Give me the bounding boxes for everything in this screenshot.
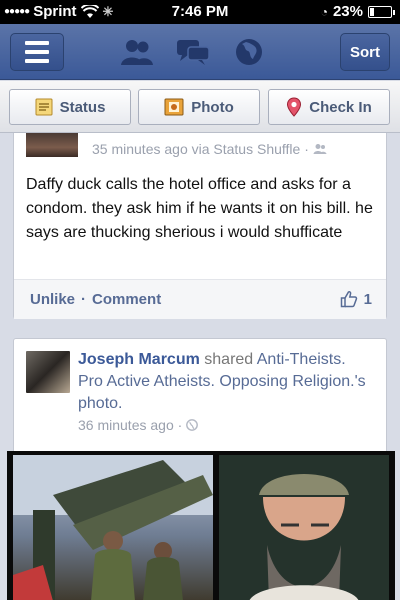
messages-icon[interactable] xyxy=(176,36,210,68)
menu-icon-bar xyxy=(25,50,49,54)
photo-icon xyxy=(164,98,184,116)
menu-icon-bar xyxy=(25,59,49,63)
feed-post: 35 minutes ago via Status Shuffle · Daff… xyxy=(13,133,387,319)
like-count-value: 1 xyxy=(363,290,372,308)
friends-icon[interactable] xyxy=(120,36,154,68)
post-text: Daffy duck calls the hotel office and as… xyxy=(26,176,373,241)
status-label: Status xyxy=(59,98,106,116)
friends-privacy-icon xyxy=(313,144,327,154)
post-meta: 36 minutes ago · xyxy=(78,417,199,433)
post-verb: shared xyxy=(204,351,254,368)
battery-group: ◔ 23% xyxy=(320,3,395,20)
post-header: Joseph Marcum shared Anti-Theists. Pro A… xyxy=(78,349,374,415)
menu-icon-bar xyxy=(25,41,49,45)
location-pin-icon xyxy=(287,97,302,117)
photo-panel-left xyxy=(13,455,213,600)
thumbs-up-icon xyxy=(340,291,357,308)
avatar[interactable] xyxy=(26,351,70,393)
like-count[interactable]: 1 xyxy=(340,290,372,308)
public-globe-icon xyxy=(186,419,199,431)
check-in-label: Check In xyxy=(309,98,372,116)
photo-label: Photo xyxy=(191,98,234,116)
battery-fill xyxy=(370,7,374,16)
feed-post: Joseph Marcum shared Anti-Theists. Pro A… xyxy=(7,338,395,600)
author-name[interactable]: Joseph Marcum xyxy=(78,351,200,368)
sort-button[interactable]: Sort xyxy=(340,33,390,71)
shared-photo[interactable] xyxy=(7,451,395,600)
status-button[interactable]: Status xyxy=(9,89,131,125)
nav-icons xyxy=(120,36,266,68)
nav-bar: Sort xyxy=(0,24,400,80)
post-meta: 35 minutes ago via Status Shuffle · xyxy=(92,141,327,157)
photo-button[interactable]: Photo xyxy=(138,89,260,125)
battery-icon xyxy=(368,5,395,18)
check-in-button[interactable]: Check In xyxy=(268,89,390,125)
status-icon xyxy=(35,98,53,116)
unlike-link[interactable]: Unlike xyxy=(30,291,75,308)
menu-button[interactable] xyxy=(10,33,64,71)
photo-panel-right xyxy=(219,455,389,600)
lock-rotation-icon: ◔ xyxy=(320,4,328,19)
comment-link[interactable]: Comment xyxy=(92,291,161,308)
status-bar: ●●●●● Sprint ✳ 7:46 PM ◔ 23% xyxy=(0,0,400,24)
post-timestamp: 36 minutes ago · xyxy=(78,417,183,433)
post-actions: Unlike · Comment xyxy=(30,291,161,308)
battery-percent: 23% xyxy=(332,3,363,20)
post-footer: Unlike · Comment 1 xyxy=(14,279,386,319)
avatar[interactable] xyxy=(26,133,78,157)
globe-icon[interactable] xyxy=(232,36,266,68)
composer-action-bar: Status Photo Check In xyxy=(0,81,400,133)
post-timestamp: 35 minutes ago via Status Shuffle · xyxy=(92,141,309,157)
separator-dot: · xyxy=(81,291,87,308)
